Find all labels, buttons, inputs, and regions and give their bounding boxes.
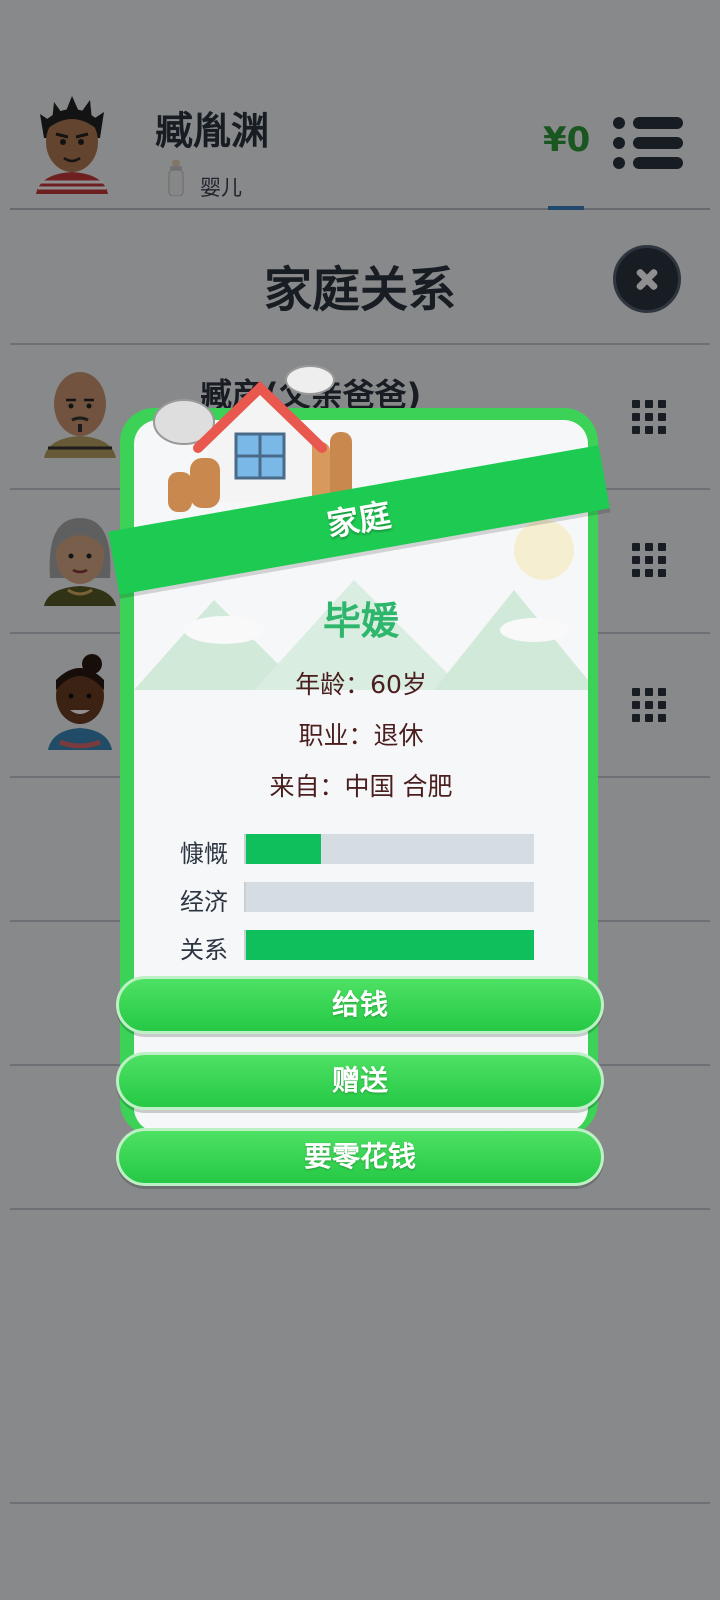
stat-label-economy: 经济 xyxy=(180,888,228,916)
member-age: 年龄：60岁 xyxy=(295,670,427,699)
stat-bar-generosity xyxy=(244,834,534,864)
stat-label-relationship: 关系 xyxy=(180,936,228,964)
member-occupation: 职业：退休 xyxy=(298,721,424,750)
gift-button[interactable]: 赠送 xyxy=(116,1052,604,1110)
stat-bar-relationship xyxy=(244,930,534,960)
ask-allowance-button[interactable]: 要零花钱 xyxy=(116,1128,604,1186)
member-name: 毕媛 xyxy=(322,599,399,643)
house-in-hands-icon xyxy=(153,365,352,512)
stat-fill xyxy=(246,930,534,960)
member-origin: 来自：中国 合肥 xyxy=(269,772,453,801)
stat-label-generosity: 慷慨 xyxy=(180,840,228,868)
stat-bar-economy xyxy=(244,882,534,912)
stat-fill xyxy=(246,834,321,864)
give-money-button[interactable]: 给钱 xyxy=(116,976,604,1034)
